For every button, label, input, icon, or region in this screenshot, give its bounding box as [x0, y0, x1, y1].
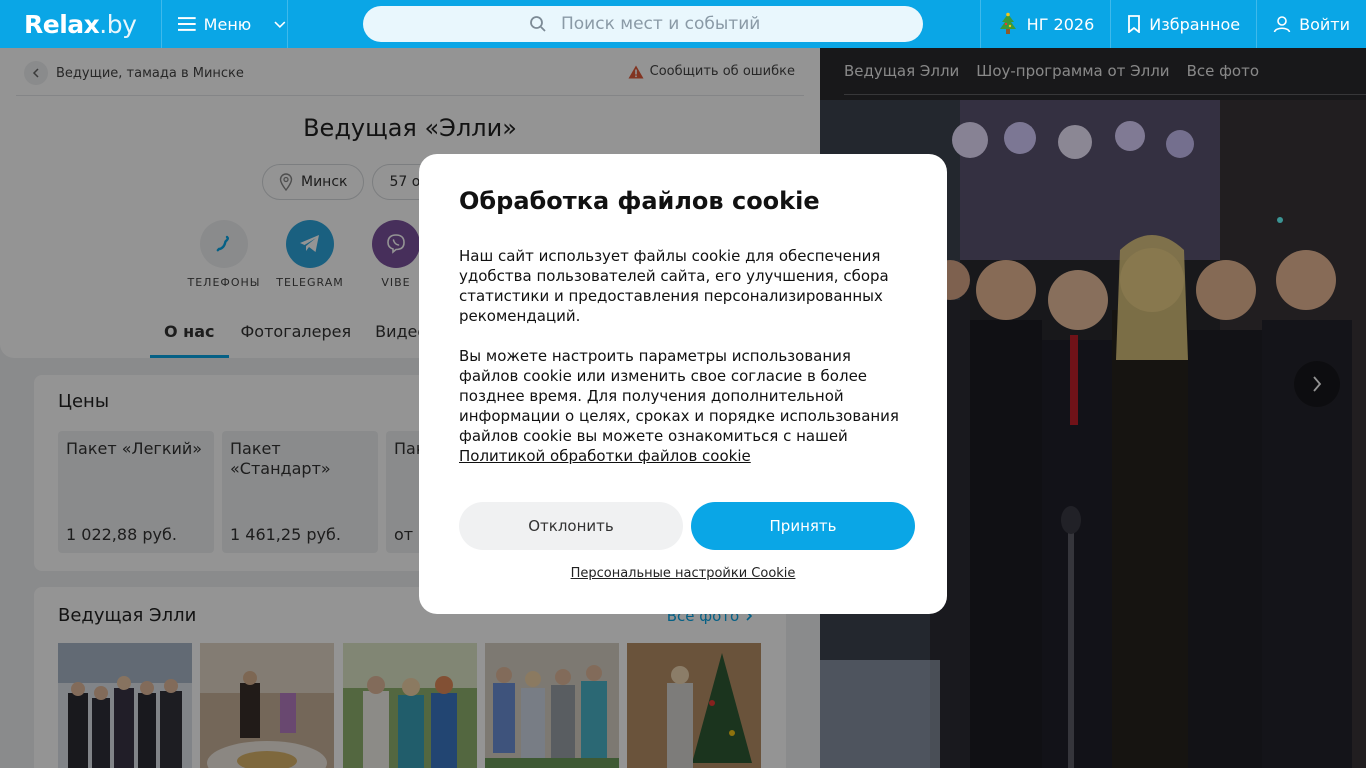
cookie-policy-link[interactable]: Политикой обработки файлов cookie — [459, 447, 751, 465]
chevron-down-icon — [274, 21, 286, 29]
site-logo[interactable]: Relax .by — [0, 0, 162, 48]
user-icon — [1273, 16, 1291, 33]
cookie-dialog: Обработка файлов cookie Наш сайт использ… — [419, 154, 947, 614]
site-header: Relax .by Меню Поиск мест и событий НГ 20… — [0, 0, 1366, 48]
logo-main-text: Relax — [24, 9, 100, 39]
ng-2026-link[interactable]: НГ 2026 — [979, 0, 1111, 48]
accept-button[interactable]: Принять — [691, 502, 915, 550]
cookie-title: Обработка файлов cookie — [459, 187, 820, 215]
login-link[interactable]: Войти — [1256, 0, 1366, 48]
search-input[interactable]: Поиск мест и событий — [363, 6, 923, 42]
menu-label: Меню — [203, 14, 252, 34]
search-icon — [530, 16, 546, 32]
christmas-tree-icon — [999, 12, 1016, 34]
menu-button[interactable]: Меню — [162, 0, 288, 48]
personal-cookie-settings-link[interactable]: Персональные настройки Cookie — [419, 566, 947, 581]
ng-label: НГ 2026 — [1026, 14, 1095, 34]
hamburger-icon — [178, 17, 196, 31]
search-placeholder: Поиск мест и событий — [561, 14, 761, 34]
cookie-paragraph-1: Наш сайт использует файлы cookie для обе… — [459, 247, 889, 325]
logo-suffix-text: .by — [99, 9, 137, 39]
cookie-paragraph-2: Вы можете настроить параметры использова… — [459, 346, 907, 466]
cookie-paragraph-2-text: Вы можете настроить параметры использова… — [459, 347, 899, 445]
login-label: Войти — [1299, 14, 1350, 34]
bookmark-icon — [1128, 15, 1141, 33]
favorites-link[interactable]: Избранное — [1110, 0, 1256, 48]
favorites-label: Избранное — [1149, 14, 1241, 34]
decline-button[interactable]: Отклонить — [459, 502, 683, 550]
